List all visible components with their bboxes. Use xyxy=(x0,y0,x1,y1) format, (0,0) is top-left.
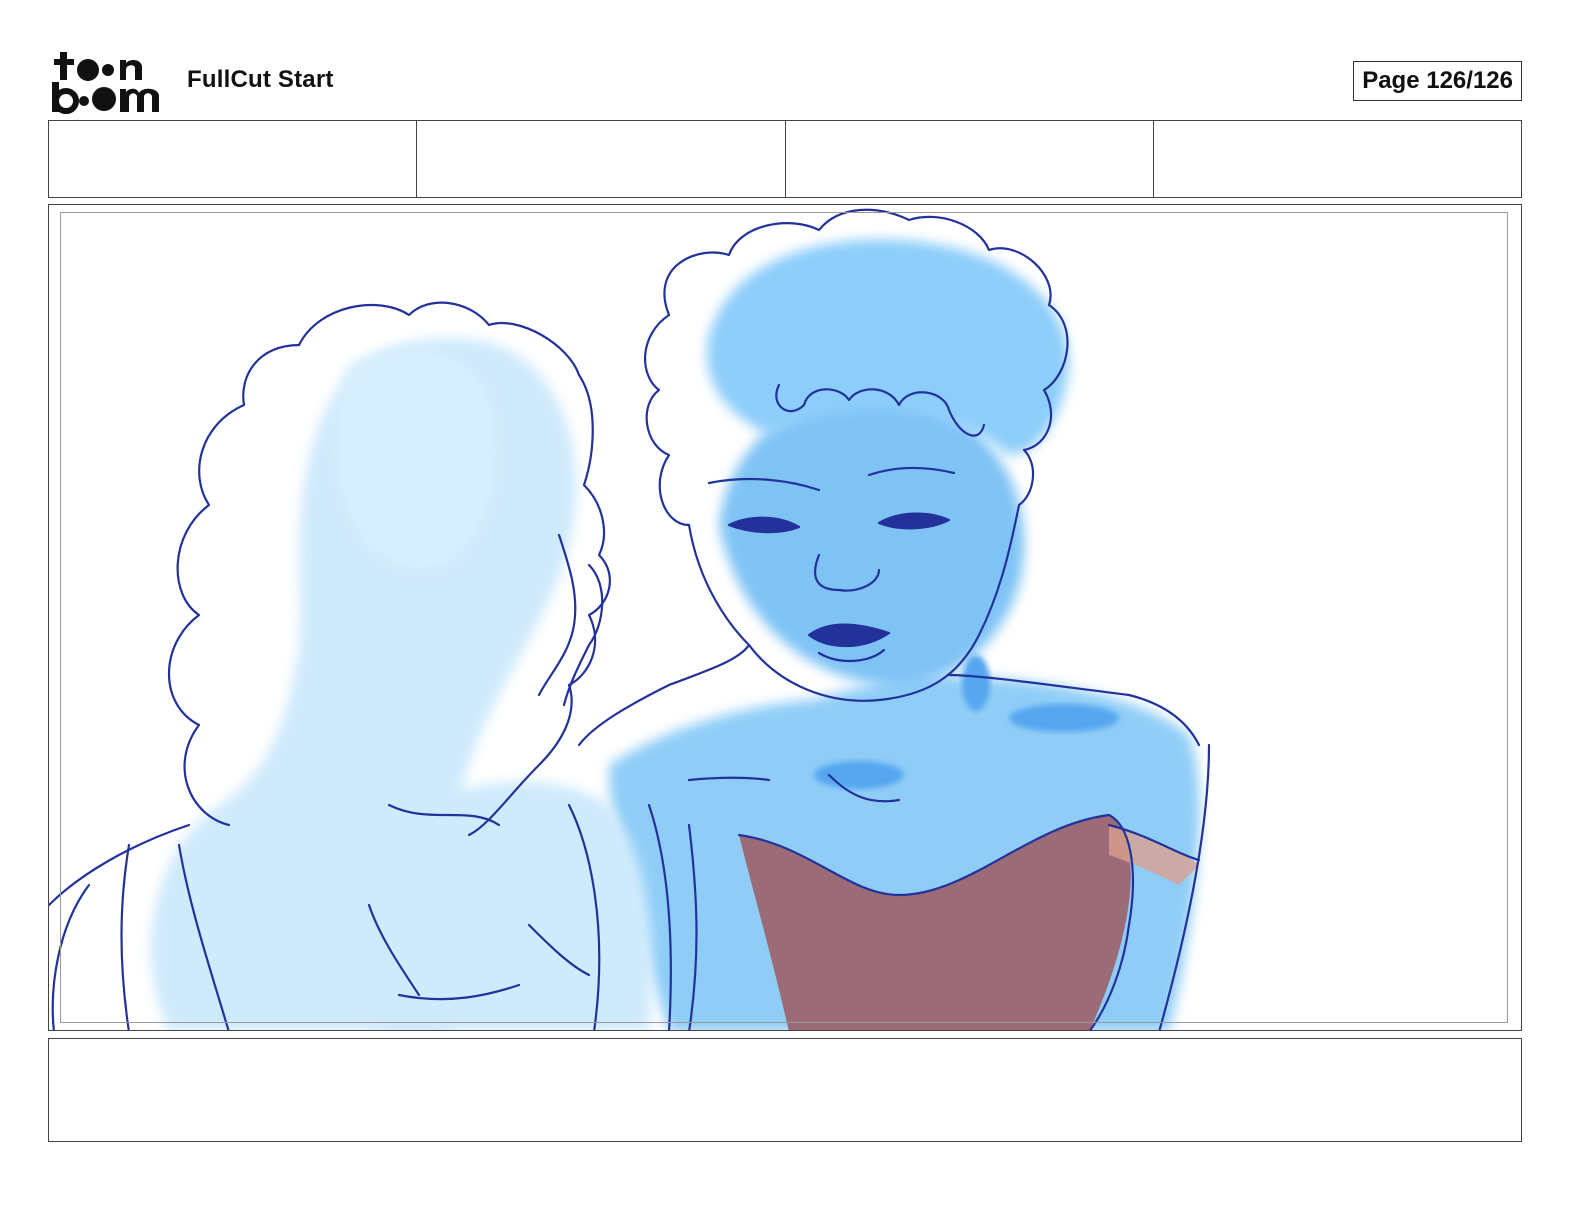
toonboom-logo xyxy=(50,50,166,114)
info-cell-2 xyxy=(417,121,786,197)
project-title: FullCut Start xyxy=(187,66,334,93)
storyboard-panel-sketch xyxy=(49,208,1211,1030)
info-cell-4 xyxy=(1154,121,1521,197)
info-cell-1 xyxy=(49,121,418,197)
storyboard-panel xyxy=(48,204,1522,1031)
info-cell-3 xyxy=(786,121,1154,197)
panel-info-row xyxy=(48,120,1522,198)
caption-box xyxy=(48,1038,1522,1142)
page-number: Page 126/126 xyxy=(1353,61,1522,101)
